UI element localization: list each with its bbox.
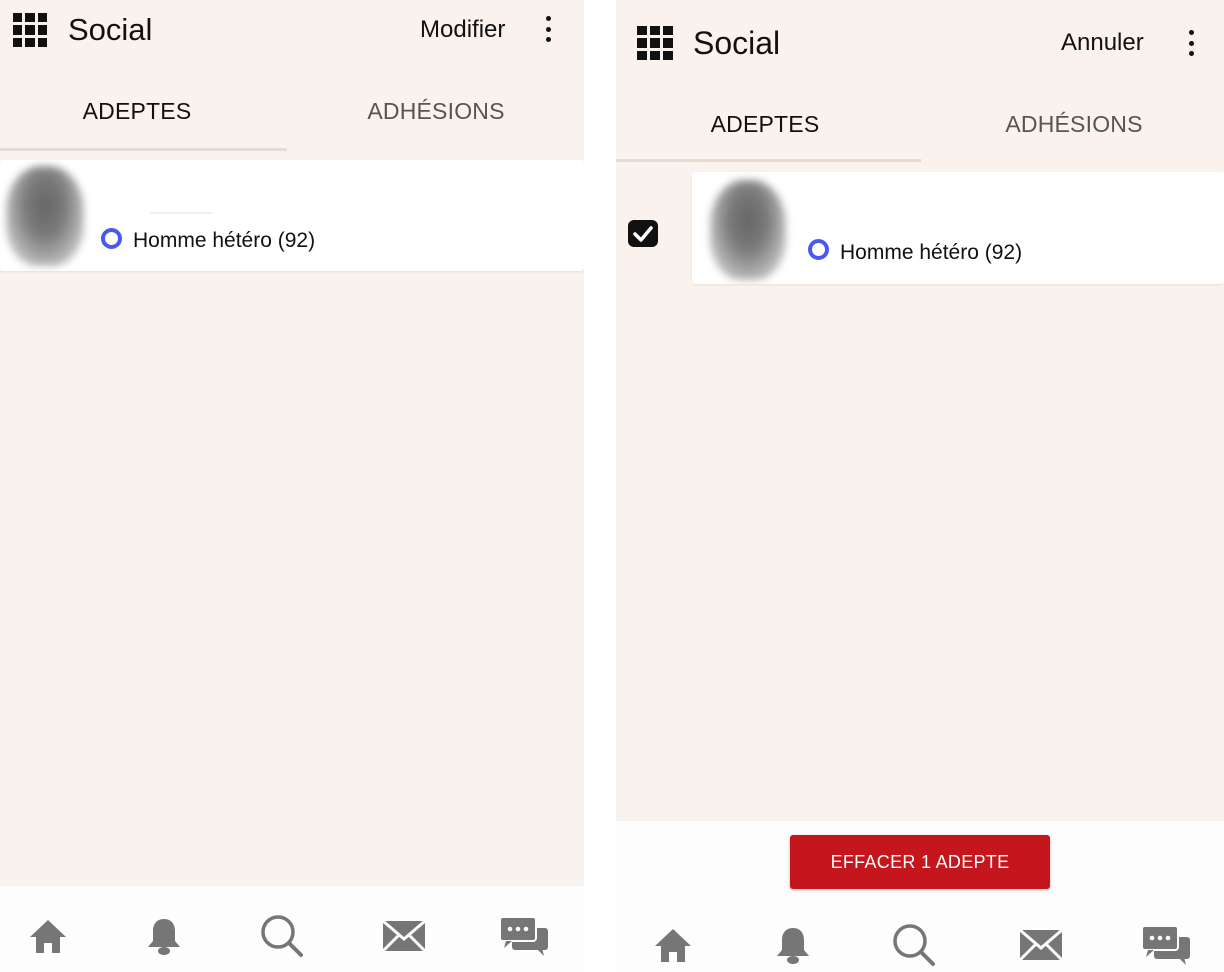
status-ring-icon xyxy=(101,228,122,249)
app-title: Social xyxy=(68,12,153,47)
home-icon[interactable] xyxy=(18,906,78,966)
mail-icon[interactable] xyxy=(1011,915,1071,972)
tab-adeptes[interactable]: ADEPTES xyxy=(0,98,274,125)
tab-adhesions[interactable]: ADHÉSIONS xyxy=(924,111,1224,138)
app-bar: Social Annuler xyxy=(616,10,1224,74)
more-options-icon[interactable] xyxy=(1186,30,1196,56)
search-icon[interactable] xyxy=(252,906,312,966)
chat-icon[interactable] xyxy=(494,906,554,966)
tab-indicator xyxy=(616,159,921,162)
select-checkbox[interactable] xyxy=(628,220,658,247)
bell-icon[interactable] xyxy=(763,915,823,972)
bottom-nav xyxy=(0,906,584,966)
tab-bar: ADEPTES ADHÉSIONS xyxy=(0,62,584,158)
avatar xyxy=(700,172,798,284)
more-options-icon[interactable] xyxy=(543,16,553,42)
blurred-name xyxy=(150,212,212,214)
follower-card[interactable]: Homme hétéro (92) xyxy=(692,172,1224,284)
home-icon[interactable] xyxy=(643,915,703,972)
delete-followers-button[interactable]: EFFACER 1 ADEPTE xyxy=(790,835,1050,889)
bell-icon[interactable] xyxy=(134,906,194,966)
follower-card[interactable]: Homme hétéro (92) xyxy=(0,160,584,271)
edit-button[interactable]: Modifier xyxy=(420,16,505,44)
apps-grid-icon[interactable] xyxy=(13,13,47,47)
status-ring-icon xyxy=(808,239,829,260)
tab-indicator xyxy=(0,148,287,151)
cancel-button[interactable]: Annuler xyxy=(1061,29,1144,57)
bottom-nav xyxy=(616,915,1224,972)
checkmark-icon xyxy=(633,225,653,242)
apps-grid-icon[interactable] xyxy=(637,26,673,60)
avatar xyxy=(0,160,92,271)
bottom-panel xyxy=(0,886,584,972)
app-bar: Social Modifier xyxy=(0,0,584,62)
screen-view-mode: Social Modifier ADEPTES ADHÉSIONS Homme … xyxy=(0,0,584,972)
tab-adeptes[interactable]: ADEPTES xyxy=(616,111,914,138)
chat-icon[interactable] xyxy=(1136,915,1196,972)
mail-icon[interactable] xyxy=(374,906,434,966)
app-title: Social xyxy=(693,25,781,61)
bottom-panel: EFFACER 1 ADEPTE xyxy=(616,821,1224,972)
orientation-label: Homme hétéro (92) xyxy=(133,229,316,252)
orientation-label: Homme hétéro (92) xyxy=(840,241,1023,264)
screen-edit-mode: Social Annuler ADEPTES ADHÉSIONS Homme h… xyxy=(616,0,1224,972)
tab-bar: ADEPTES ADHÉSIONS xyxy=(616,74,1224,172)
tab-adhesions[interactable]: ADHÉSIONS xyxy=(290,98,582,125)
search-icon[interactable] xyxy=(884,915,944,972)
